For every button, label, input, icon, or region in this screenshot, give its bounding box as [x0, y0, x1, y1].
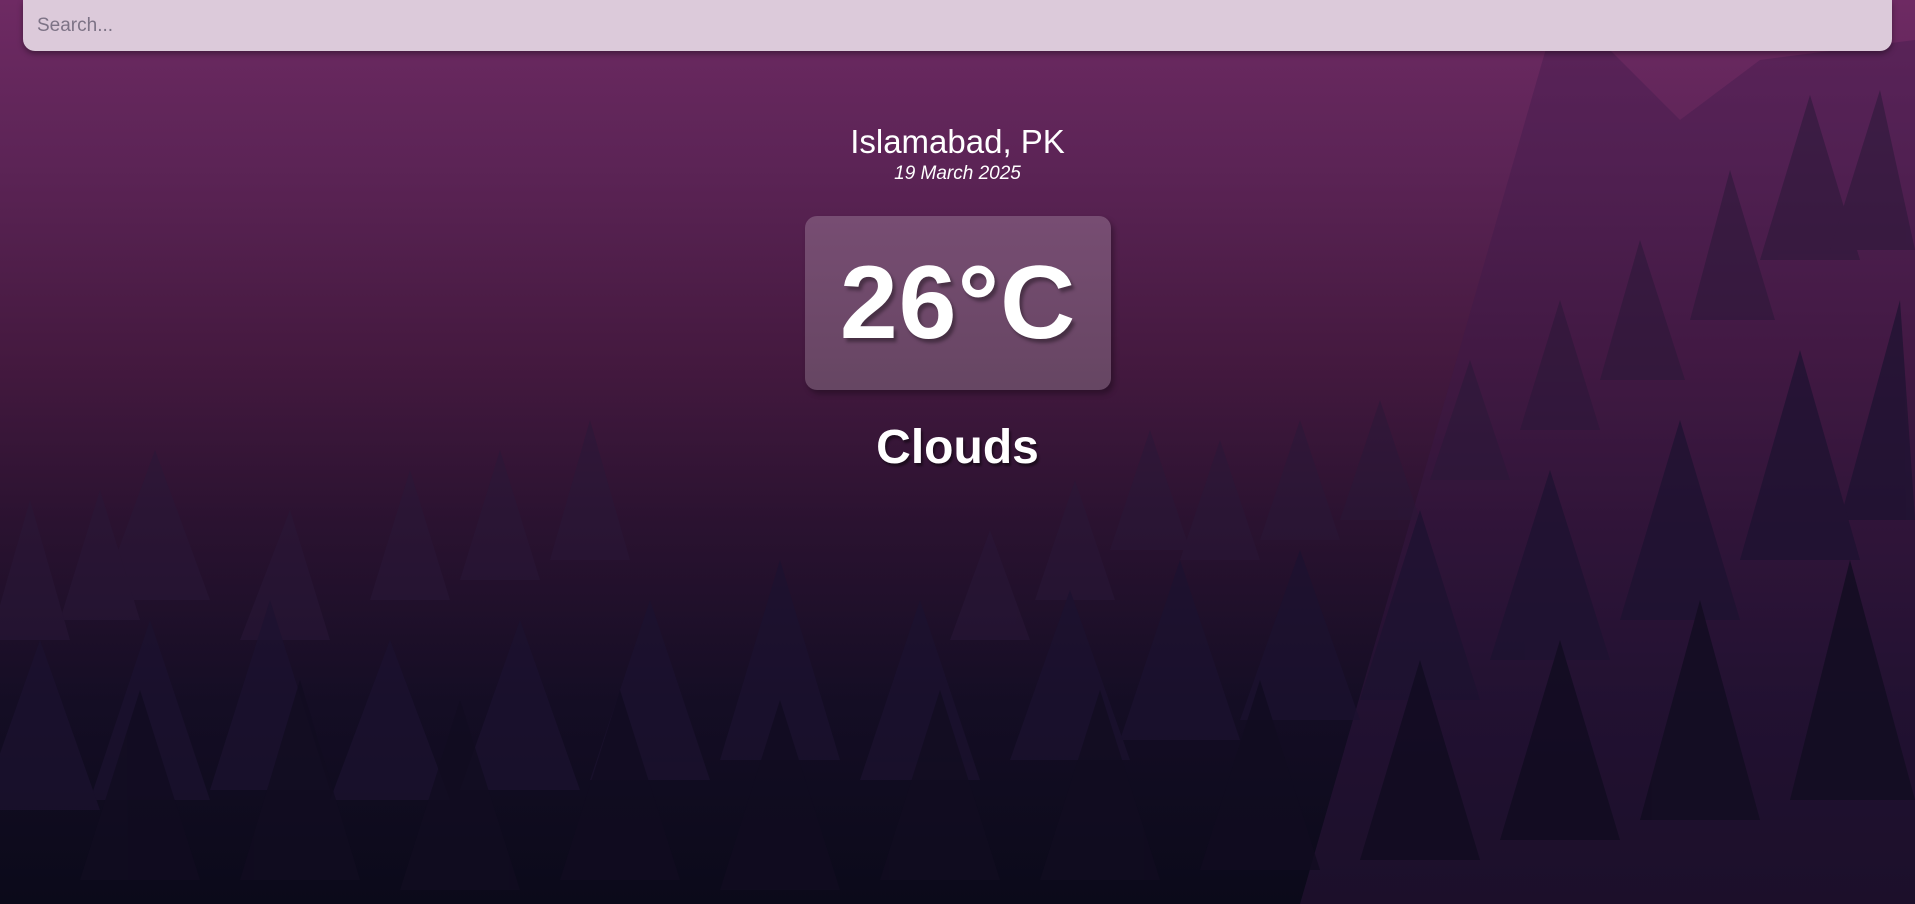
- current-date: 19 March 2025: [894, 163, 1021, 184]
- search-bar[interactable]: [23, 0, 1892, 51]
- temperature-value: 26°C: [839, 244, 1077, 361]
- weather-condition: Clouds: [876, 421, 1039, 474]
- location-name: Islamabad, PK: [850, 123, 1065, 160]
- temperature-card: 26°C: [805, 216, 1111, 390]
- search-input[interactable]: [23, 0, 1892, 51]
